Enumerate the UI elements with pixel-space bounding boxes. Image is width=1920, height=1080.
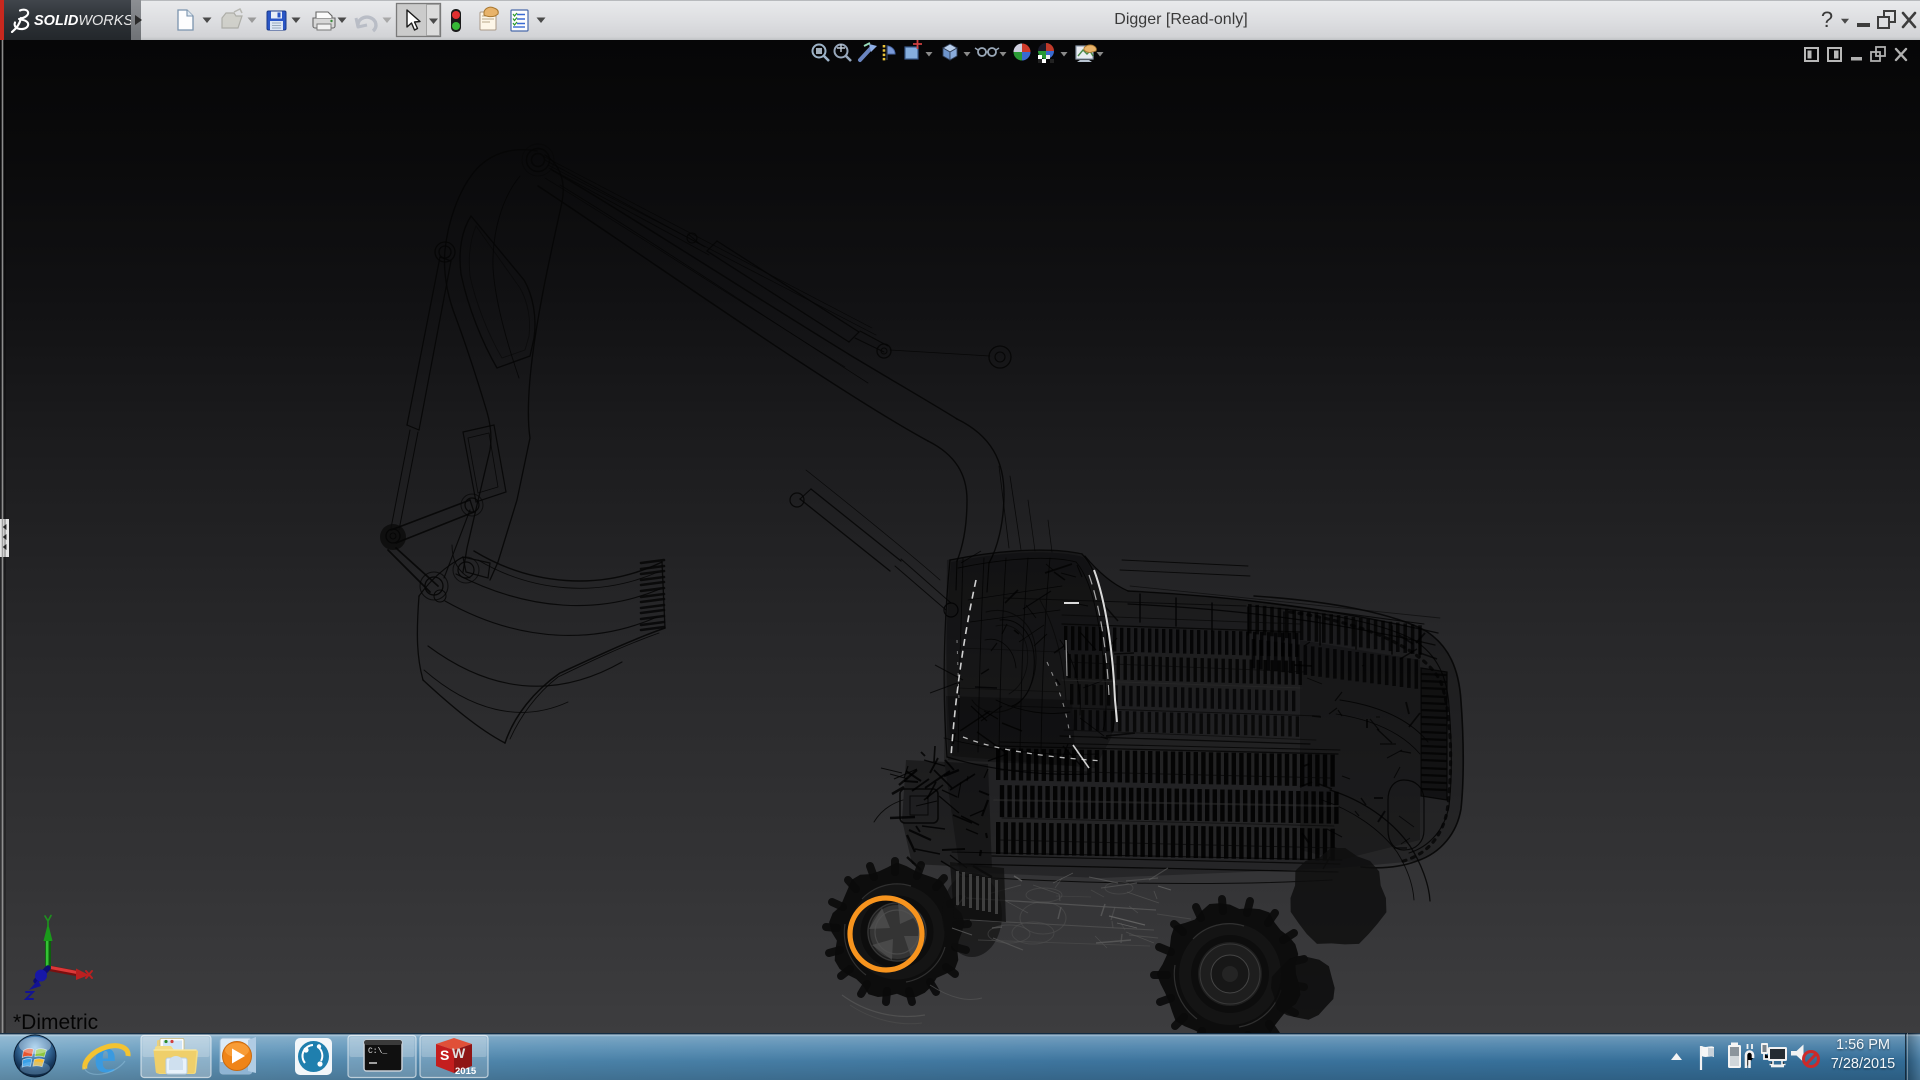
svg-text:?: ?: [1821, 7, 1833, 32]
svg-text:2015: 2015: [455, 1066, 477, 1077]
svg-text:S: S: [440, 1047, 449, 1063]
svg-text:W: W: [452, 1045, 466, 1061]
svg-text:C:\_: C:\_: [368, 1047, 387, 1056]
